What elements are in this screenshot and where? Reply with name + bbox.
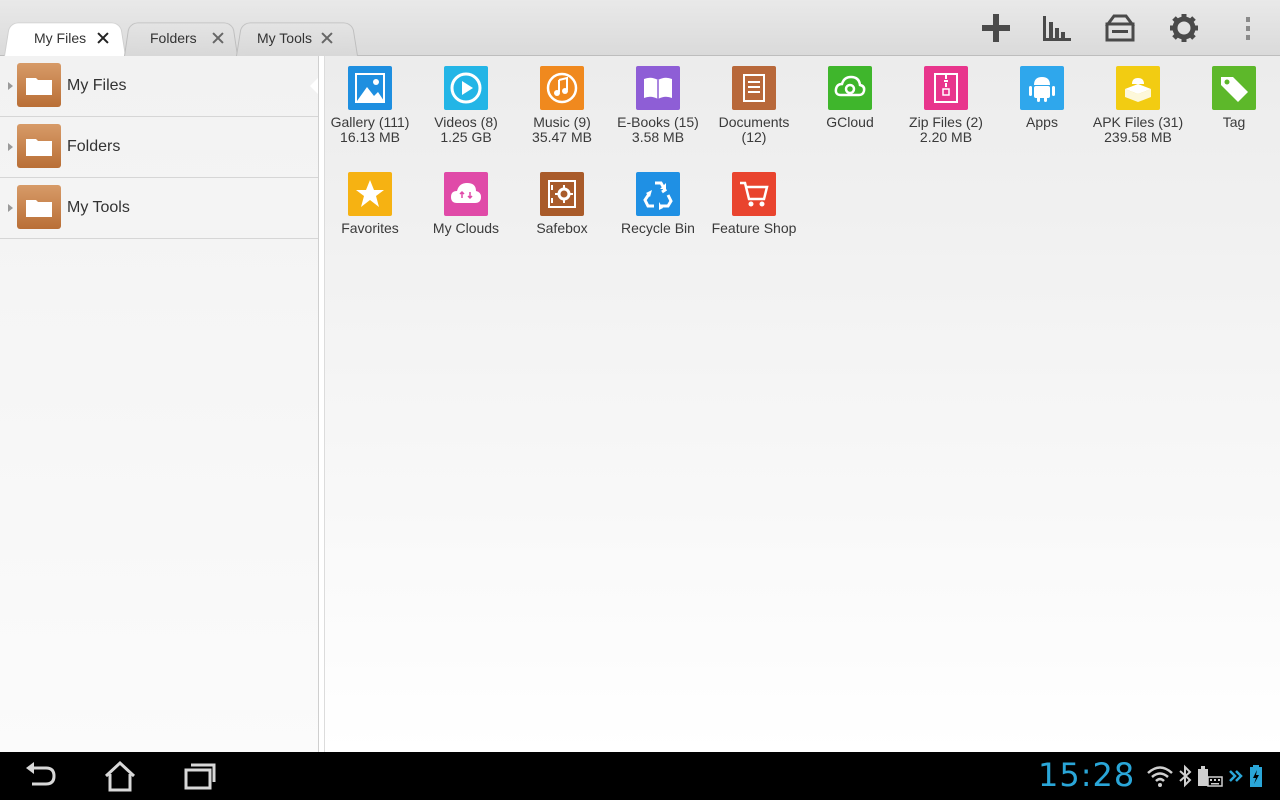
toolbox-icon[interactable]: [1104, 12, 1136, 44]
item-title: Favorites: [341, 220, 399, 236]
item-title: Recycle Bin: [621, 220, 695, 236]
shopping-cart-icon: [732, 172, 776, 216]
tab-folders[interactable]: Folders: [124, 19, 238, 56]
keyboard-icon: [1198, 766, 1223, 787]
document-icon: [732, 66, 776, 110]
item-subtitle: 3.58 MB: [631, 129, 685, 145]
tab-bar: My Files Folders My Tools: [0, 0, 1280, 56]
tab-label: Folders: [150, 29, 197, 46]
grid-item-music[interactable]: Music (9) 35.47 MB: [514, 66, 610, 145]
item-subtitle: 2.20 MB: [919, 129, 973, 145]
item-title: Music (9): [533, 114, 591, 130]
zip-icon: [924, 66, 968, 110]
item-title: My Clouds: [432, 220, 500, 236]
item-subtitle: (12): [741, 129, 767, 145]
grid-item-my-clouds[interactable]: My Clouds: [418, 172, 514, 236]
sidebar-item-my-files[interactable]: My Files: [0, 56, 318, 117]
recycle-icon: [636, 172, 680, 216]
expand-arrow-icon[interactable]: [8, 204, 13, 212]
sidebar-item-label: Folders: [67, 138, 121, 155]
close-tab-icon[interactable]: [96, 31, 110, 45]
tab-my-tools[interactable]: My Tools: [236, 19, 358, 56]
grid-item-documents[interactable]: Documents (12): [706, 66, 802, 145]
grid-item-apk-files[interactable]: APK Files (31) 239.58 MB: [1090, 66, 1186, 145]
file-category-grid: Gallery (111) 16.13 MB Videos (8) 1.25 G…: [325, 56, 1280, 752]
grid-item-zip-files[interactable]: Zip Files (2) 2.20 MB: [898, 66, 994, 145]
grid-item-gcloud[interactable]: GCloud: [802, 66, 898, 130]
folder-icon: [17, 63, 61, 107]
item-title: GCloud: [826, 114, 874, 130]
close-tab-icon[interactable]: [320, 31, 334, 45]
video-play-icon: [444, 66, 488, 110]
sidebar-item-my-tools[interactable]: My Tools: [0, 178, 318, 239]
tab-label: My Files: [34, 29, 87, 46]
settings-gear-icon[interactable]: [1168, 12, 1200, 44]
item-title: Safebox: [536, 220, 588, 236]
grid-item-tag[interactable]: Tag: [1186, 66, 1280, 130]
item-subtitle: 16.13 MB: [340, 129, 400, 145]
analyze-chart-icon[interactable]: [1041, 12, 1073, 44]
gcloud-icon: [828, 66, 872, 110]
android-icon: [1020, 66, 1064, 110]
selection-pointer: [310, 78, 318, 94]
expand-arrow-icon[interactable]: [8, 143, 13, 151]
star-icon: [348, 172, 392, 216]
chevron-right-double-icon: [1229, 770, 1243, 782]
grid-item-feature-shop[interactable]: Feature Shop: [706, 172, 802, 236]
gallery-icon: [348, 66, 392, 110]
item-subtitle: 35.47 MB: [532, 129, 592, 145]
sidebar-item-label: My Files: [67, 77, 127, 94]
item-title: Zip Files (2): [909, 114, 983, 130]
cloud-icon: [444, 172, 488, 216]
expand-arrow-icon[interactable]: [8, 82, 13, 90]
back-icon[interactable]: [22, 760, 58, 792]
overflow-menu-icon[interactable]: [1232, 12, 1264, 44]
safebox-icon: [540, 172, 584, 216]
system-navigation-bar: 15:28: [0, 752, 1280, 800]
music-note-icon: [540, 66, 584, 110]
battery-icon: [1250, 765, 1262, 787]
item-title: Apps: [1026, 114, 1058, 130]
folder-icon: [17, 124, 61, 168]
apk-icon: [1116, 66, 1160, 110]
bluetooth-icon: [1179, 764, 1192, 788]
item-subtitle: 1.25 GB: [440, 129, 492, 145]
close-tab-icon[interactable]: [211, 31, 225, 45]
book-icon: [636, 66, 680, 110]
grid-item-safebox[interactable]: Safebox: [514, 172, 610, 236]
item-title: Documents: [718, 114, 790, 130]
grid-item-recycle-bin[interactable]: Recycle Bin: [610, 172, 706, 236]
item-title: Gallery (111): [330, 114, 410, 130]
wifi-icon: [1147, 766, 1173, 787]
grid-item-favorites[interactable]: Favorites: [322, 172, 418, 236]
grid-item-gallery[interactable]: Gallery (111) 16.13 MB: [322, 66, 418, 145]
tab-label: My Tools: [257, 29, 312, 46]
add-icon[interactable]: [980, 12, 1012, 44]
grid-item-ebooks[interactable]: E-Books (15) 3.58 MB: [610, 66, 706, 145]
sidebar-item-folders[interactable]: Folders: [0, 117, 318, 178]
pane-divider[interactable]: [310, 56, 325, 752]
clock[interactable]: 15:28: [1038, 756, 1135, 794]
sidebar-item-label: My Tools: [67, 199, 130, 216]
item-title: Feature Shop: [711, 220, 797, 236]
item-title: Tag: [1222, 114, 1246, 130]
sidebar: My Files Folders My Tools: [0, 56, 318, 752]
tag-icon: [1212, 66, 1256, 110]
recent-apps-icon[interactable]: [182, 760, 218, 792]
item-subtitle: 239.58 MB: [1104, 129, 1172, 145]
folder-icon: [17, 185, 61, 229]
item-title: E-Books (15): [617, 114, 699, 130]
grid-item-videos[interactable]: Videos (8) 1.25 GB: [418, 66, 514, 145]
item-title: APK Files (31): [1092, 114, 1184, 130]
grid-item-apps[interactable]: Apps: [994, 66, 1090, 130]
home-icon[interactable]: [102, 760, 138, 792]
tab-my-files[interactable]: My Files: [4, 19, 126, 56]
item-title: Videos (8): [434, 114, 498, 130]
